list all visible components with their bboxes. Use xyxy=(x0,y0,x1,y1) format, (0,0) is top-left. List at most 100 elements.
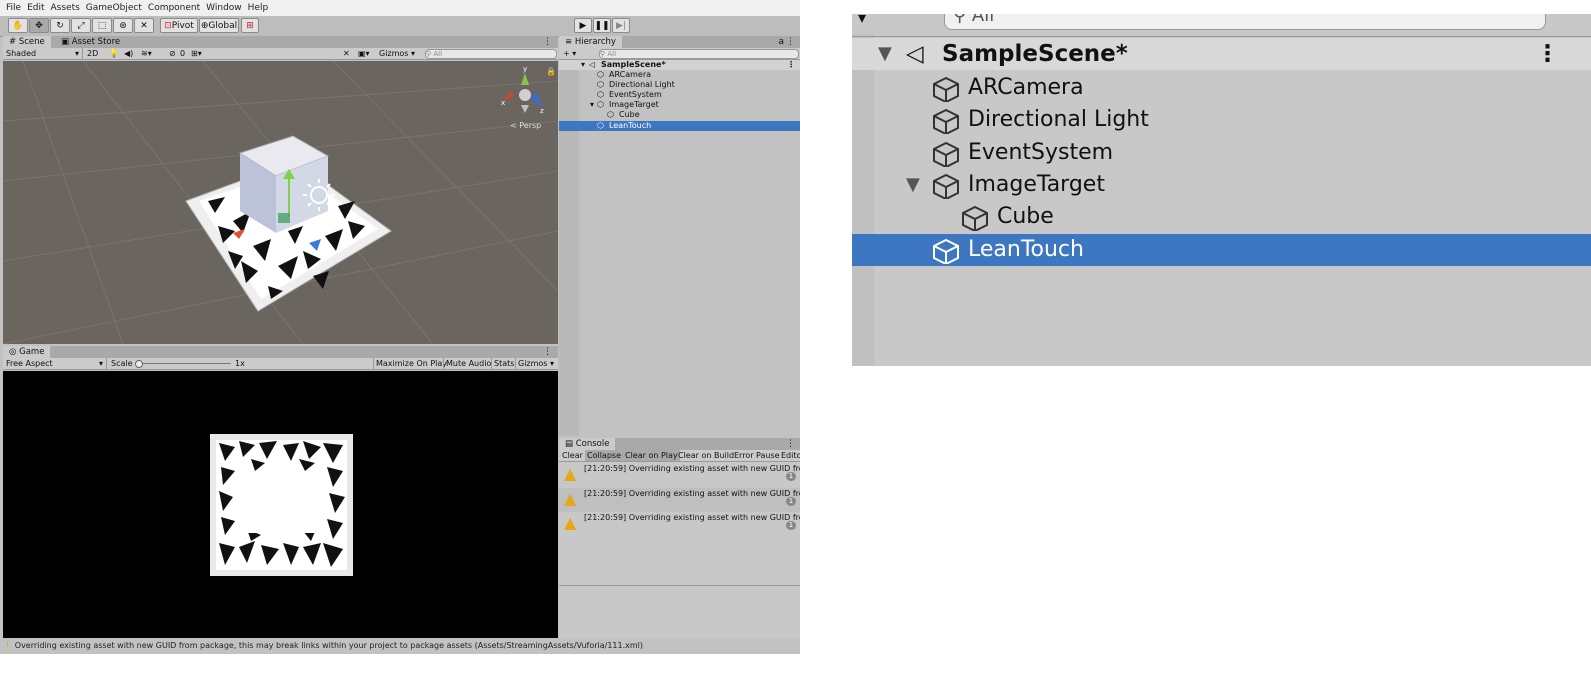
hierarchy-toolbar: + ▾ ⚲ All xyxy=(559,48,800,60)
scene-menu-icon[interactable]: ⋮ xyxy=(787,60,795,70)
chevron-down-icon[interactable]: ▾ xyxy=(858,14,866,27)
game-panel-menu-icon[interactable]: ⋮ xyxy=(543,346,552,358)
step-button[interactable]: ▶| xyxy=(612,18,630,33)
expand-arrow-icon[interactable]: ▼ xyxy=(906,169,920,201)
main-toolbar: ✋ ✥ ↻ ⤢ ⬚ ⊛ ✕ ⊡Pivot ⊕Global ⊞ ▶ ❚❚ ▶| xyxy=(0,16,800,37)
rect-tool-icon[interactable]: ⬚ xyxy=(92,18,112,33)
chevron-down-icon: ▾ xyxy=(74,49,79,58)
shading-dropdown[interactable]: Shaded ▾ xyxy=(6,48,83,59)
tab-console-label: Console xyxy=(575,439,610,449)
menu-assets[interactable]: Assets xyxy=(51,0,80,16)
panel-menu-icon[interactable]: ⋮ xyxy=(786,36,795,48)
pause-button[interactable]: ❚❚ xyxy=(593,18,611,33)
effects-icon[interactable]: ≋▾ xyxy=(141,48,152,59)
zoom-search-input[interactable]: ⚲ All xyxy=(944,14,1546,30)
scene-viewport[interactable]: y x z 🔒 < Persp xyxy=(3,61,558,344)
zoom-scene-row[interactable]: ▼ ◁ SampleScene* ⋮ xyxy=(852,38,1591,70)
console-entry[interactable]: ▲ [21:20:59] Overriding existing asset w… xyxy=(559,512,800,536)
gameobject-cube-icon xyxy=(962,205,988,231)
global-button[interactable]: ⊕Global xyxy=(199,18,239,33)
menu-help[interactable]: Help xyxy=(248,0,269,16)
zoom-item-imagetarget[interactable]: ▼ ImageTarget xyxy=(852,169,1591,201)
console-entry[interactable]: ▲ [21:20:59] Overriding existing asset w… xyxy=(559,463,800,487)
menu-window[interactable]: Window xyxy=(206,0,242,16)
gameobject-cube-icon: ⬡ xyxy=(597,80,604,89)
grid-icon[interactable]: ⊞▾ xyxy=(191,48,202,59)
maximize-on-play-button[interactable]: Maximize On Play xyxy=(373,358,447,369)
create-dropdown[interactable]: + ▾ xyxy=(563,48,576,59)
zoom-item-leantouch[interactable]: LeanTouch xyxy=(852,234,1591,266)
hierarchy-item-directional-light[interactable]: ⬡ Directional Light xyxy=(559,80,800,90)
move-gizmo-plane[interactable] xyxy=(278,213,290,223)
lock-icon[interactable]: 🔒 xyxy=(546,67,556,76)
hierarchy-scene-row[interactable]: ▾ ◁ SampleScene* ⋮ xyxy=(559,60,800,70)
mode-2d-button[interactable]: 2D xyxy=(87,48,98,59)
expand-arrow-icon[interactable]: ▾ xyxy=(590,100,594,110)
grid-snap-icon[interactable]: ⊞ xyxy=(241,18,259,33)
scene-menu-icon[interactable]: ⋮ xyxy=(1536,38,1559,70)
hierarchy-item-eventsystem[interactable]: ⬡ EventSystem xyxy=(559,90,800,100)
lighting-icon[interactable]: 💡 xyxy=(109,48,119,59)
hand-tool-icon[interactable]: ✋ xyxy=(8,18,28,33)
tab-scene[interactable]: # Scene xyxy=(3,36,51,48)
chevron-down-icon: ▾ xyxy=(98,359,103,368)
custom-tool-icon[interactable]: ✕ xyxy=(134,18,154,33)
hierarchy-item-imagetarget[interactable]: ▾ ⬡ ImageTarget xyxy=(559,100,800,110)
rotate-tool-icon[interactable]: ↻ xyxy=(50,18,70,33)
expand-arrow-icon[interactable]: ▾ xyxy=(581,60,585,70)
stats-button[interactable]: Stats xyxy=(491,358,514,369)
tab-hierarchy-label: Hierarchy xyxy=(574,37,616,47)
gizmos-dropdown[interactable]: Gizmos ▾ xyxy=(379,48,415,59)
persp-label[interactable]: < Persp xyxy=(510,121,541,130)
zoom-item-arcamera[interactable]: ARCamera xyxy=(852,72,1591,104)
scene-search-input[interactable]: ⚲ All xyxy=(425,49,557,59)
hierarchy-search-input[interactable]: ⚲ All xyxy=(599,49,799,59)
scale-tool-icon[interactable]: ⤢ xyxy=(71,18,91,33)
game-gizmos-button[interactable]: Gizmos ▾ xyxy=(515,358,554,369)
tab-hierarchy[interactable]: ≡ Hierarchy xyxy=(559,36,622,48)
zoom-item-eventsystem[interactable]: EventSystem xyxy=(852,137,1591,169)
menu-file[interactable]: File xyxy=(6,0,21,16)
console-collapse-button[interactable]: Collapse xyxy=(585,450,623,461)
console-divider xyxy=(559,585,800,586)
console-clear-button[interactable]: Clear xyxy=(562,450,583,461)
panel-menu-icon[interactable]: ⋮ xyxy=(543,36,552,48)
tab-console[interactable]: ▤ Console xyxy=(559,438,616,450)
hierarchy-item-arcamera[interactable]: ⬡ ARCamera xyxy=(559,70,800,80)
camera-icon[interactable]: ▣▾ xyxy=(358,48,370,59)
menu-edit[interactable]: Edit xyxy=(27,0,44,16)
warning-icon: ! xyxy=(6,641,10,650)
aspect-dropdown[interactable]: Free Aspect ▾ xyxy=(6,358,107,369)
gameobject-cube-icon xyxy=(933,238,959,264)
audio-icon[interactable]: ◀) xyxy=(124,48,133,59)
console-editor-button[interactable]: Edito xyxy=(781,450,800,461)
zoom-item-cube[interactable]: Cube xyxy=(852,201,1591,233)
tab-asset-store[interactable]: ▣ Asset Store xyxy=(55,36,126,48)
menu-gameobject[interactable]: GameObject xyxy=(86,0,142,16)
lock-icon[interactable]: a xyxy=(778,36,784,48)
hidden-objects-icon[interactable]: ⊘ xyxy=(169,48,176,59)
transform-tool-icon[interactable]: ⊛ xyxy=(113,18,133,33)
panel-menu-icon[interactable]: ⋮ xyxy=(786,438,795,450)
console-entry[interactable]: ▲ [21:20:59] Overriding existing asset w… xyxy=(559,488,800,512)
hierarchy-tab-icon: ≡ xyxy=(565,37,573,47)
zoom-item-directional-light[interactable]: Directional Light xyxy=(852,104,1591,136)
play-button[interactable]: ▶ xyxy=(574,18,592,33)
console-clear-on-play-button[interactable]: Clear on Play xyxy=(623,450,680,461)
pivot-button[interactable]: ⊡Pivot xyxy=(160,18,198,33)
tab-game[interactable]: ◎ Game xyxy=(3,346,51,358)
mute-audio-button[interactable]: Mute Audio xyxy=(443,358,491,369)
move-tool-icon[interactable]: ✥ xyxy=(29,18,49,33)
console-clear-on-build-button[interactable]: Clear on Build xyxy=(678,450,734,461)
scale-slider-track[interactable] xyxy=(136,363,231,364)
tools-icon[interactable]: ✕ xyxy=(343,48,350,59)
hierarchy-item-leantouch[interactable]: ⬡ LeanTouch xyxy=(559,121,800,131)
scene-orientation-gizmo[interactable] xyxy=(501,73,543,113)
status-bar[interactable]: ! Overriding existing asset with new GUI… xyxy=(0,638,800,654)
console-error-pause-button[interactable]: Error Pause xyxy=(734,450,780,461)
game-viewport[interactable] xyxy=(3,371,558,638)
scale-slider-handle[interactable] xyxy=(135,360,143,368)
hierarchy-item-cube[interactable]: ⬡ Cube xyxy=(559,110,800,120)
expand-arrow-icon[interactable]: ▼ xyxy=(878,38,892,70)
menu-component[interactable]: Component xyxy=(148,0,200,16)
